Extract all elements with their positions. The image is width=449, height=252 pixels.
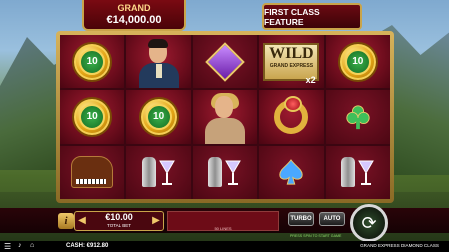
reel-cell bbox=[192, 145, 258, 199]
reel-grid: 10 WILD GRAND EXPRESS x2 10 10 10 bbox=[60, 35, 390, 199]
coin-value: 10 bbox=[79, 48, 106, 75]
bet-value: €10.00 bbox=[105, 212, 133, 222]
bet-decrease-button[interactable]: ◀ bbox=[77, 214, 87, 228]
info-button[interactable]: i bbox=[58, 213, 74, 229]
drinks-symbol bbox=[341, 157, 375, 188]
reel-cell bbox=[259, 145, 324, 199]
drinks-symbol bbox=[142, 157, 175, 188]
coin-10-symbol: 10 bbox=[337, 41, 378, 82]
reel-cell: 10 bbox=[325, 35, 390, 89]
coin-value: 10 bbox=[344, 48, 371, 75]
jackpot-value: €14,000.00 bbox=[106, 14, 162, 26]
wild-sub: GRAND EXPRESS bbox=[269, 62, 314, 69]
jackpot-label: GRAND bbox=[117, 3, 151, 13]
reel-cell bbox=[192, 35, 258, 89]
wild-multiplier: x2 bbox=[305, 75, 316, 86]
reel-cell: 10 bbox=[60, 90, 125, 144]
coin-10-symbol: 10 bbox=[138, 96, 179, 137]
man-portrait-symbol bbox=[133, 37, 185, 89]
woman-portrait-symbol bbox=[199, 92, 251, 144]
reel-cell bbox=[325, 90, 390, 144]
game-title: GRAND EXPRESS DIAMOND CLASS bbox=[360, 243, 439, 248]
reel-cell: WILD GRAND EXPRESS x2 bbox=[259, 35, 324, 89]
grand-jackpot-banner: GRAND €14,000.00 bbox=[82, 0, 186, 31]
paylines-indicator: 50 LINES bbox=[167, 211, 279, 231]
auto-button[interactable]: AUTO bbox=[319, 212, 345, 226]
reel-frame: 10 WILD GRAND EXPRESS x2 10 10 10 bbox=[56, 31, 394, 203]
reel-cell bbox=[126, 145, 191, 199]
coin-10-symbol: 10 bbox=[72, 96, 113, 137]
reel-cell: 10 bbox=[60, 35, 125, 89]
wild-word: WILD bbox=[269, 44, 314, 62]
spin-button[interactable]: ⟳ bbox=[350, 204, 388, 242]
bet-increase-button[interactable]: ▶ bbox=[151, 214, 161, 228]
coin-value: 10 bbox=[79, 103, 106, 130]
reel-cell bbox=[126, 35, 191, 89]
bet-label: TOTAL BET bbox=[107, 223, 131, 228]
spin-hint: PRESS SPIN TO START GAME bbox=[290, 234, 342, 238]
diamond-symbol bbox=[205, 41, 245, 82]
turbo-button[interactable]: TURBO bbox=[288, 212, 314, 226]
reel-cell bbox=[259, 90, 324, 144]
reel-cell bbox=[60, 145, 125, 199]
piano-symbol bbox=[71, 156, 114, 189]
menu-icon[interactable]: ☰ bbox=[4, 242, 11, 251]
refresh-icon: ⟳ bbox=[361, 213, 377, 233]
club-icon bbox=[344, 102, 372, 132]
spade-icon bbox=[277, 157, 305, 187]
first-class-feature-banner: FIRST CLASS FEATURE bbox=[262, 3, 362, 30]
cash-balance: CASH: €912.80 bbox=[66, 243, 109, 249]
coin-10-symbol: 10 bbox=[72, 41, 113, 82]
ring-symbol bbox=[274, 95, 309, 134]
reel-cell bbox=[325, 145, 390, 199]
home-icon[interactable]: ⌂ bbox=[30, 242, 34, 249]
footer-bar: ☰ ♪ ⌂ CASH: €912.80 GRAND EXPRESS DIAMON… bbox=[0, 241, 449, 252]
coin-value: 10 bbox=[145, 103, 172, 130]
volume-icon[interactable]: ♪ bbox=[18, 242, 22, 249]
reel-cell bbox=[192, 90, 258, 144]
reel-cell: 10 bbox=[126, 90, 191, 144]
drinks-symbol bbox=[208, 157, 242, 188]
